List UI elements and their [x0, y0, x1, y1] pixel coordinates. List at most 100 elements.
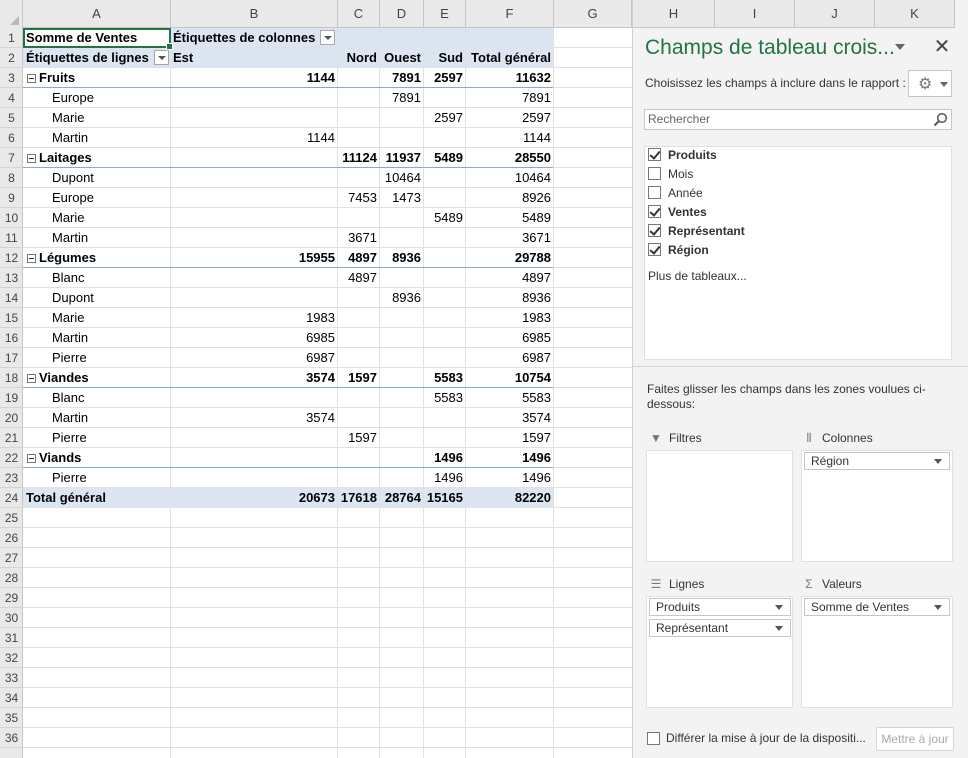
pivot-value-cell[interactable]: 5489: [424, 148, 466, 168]
pivot-value-cell[interactable]: 2597: [424, 68, 466, 88]
pivot-value-cell[interactable]: [171, 108, 338, 128]
pivot-value-cell[interactable]: 8926: [466, 188, 554, 208]
row-header[interactable]: 30: [0, 608, 23, 628]
pivot-value-cell[interactable]: [171, 148, 338, 168]
pivot-value-cell[interactable]: [424, 308, 466, 328]
pivot-value-cell[interactable]: 1496: [466, 448, 554, 468]
pivot-value-cell[interactable]: [338, 348, 380, 368]
update-button[interactable]: Mettre à jour: [876, 727, 954, 751]
row-header[interactable]: 24: [0, 488, 23, 508]
row-header[interactable]: 16: [0, 328, 23, 348]
pivot-value-cell[interactable]: 3574: [466, 408, 554, 428]
pivot-value-cell[interactable]: [424, 268, 466, 288]
field-item-ventes[interactable]: Ventes: [648, 205, 707, 224]
select-all-corner[interactable]: [0, 0, 23, 28]
pivot-item-row-label[interactable]: Marie: [23, 208, 171, 228]
field-checkbox[interactable]: [648, 186, 661, 199]
pivot-value-cell[interactable]: [338, 408, 380, 428]
pivot-value-cell[interactable]: 6985: [171, 328, 338, 348]
pivot-value-cell[interactable]: 1983: [171, 308, 338, 328]
row-header[interactable]: 1: [0, 28, 23, 48]
pivot-value-cell[interactable]: 5489: [424, 208, 466, 228]
pivot-value-cell[interactable]: [171, 208, 338, 228]
pivot-value-cell[interactable]: 1496: [424, 468, 466, 488]
pivot-value-cell[interactable]: 6987: [171, 348, 338, 368]
pivot-value-cell[interactable]: 1144: [171, 128, 338, 148]
pivot-value-cell[interactable]: 82220: [466, 488, 554, 508]
pivot-value-cell[interactable]: 5583: [424, 368, 466, 388]
pivot-group-row-label[interactable]: Fruits: [23, 68, 171, 88]
pivot-value-cell[interactable]: [338, 448, 380, 468]
pivot-value-cell[interactable]: [424, 128, 466, 148]
column-header-b[interactable]: B: [171, 0, 338, 28]
rows-field-produits[interactable]: Produits: [649, 598, 791, 616]
pivot-item-row-label[interactable]: Martin: [23, 128, 171, 148]
pivot-item-row-label[interactable]: Martin: [23, 328, 171, 348]
row-header[interactable]: 12: [0, 248, 23, 268]
pivot-value-cell[interactable]: [424, 188, 466, 208]
pivot-value-cell[interactable]: [380, 128, 424, 148]
row-header[interactable]: 19: [0, 388, 23, 408]
pivot-value-cell[interactable]: [171, 88, 338, 108]
pivot-value-cell[interactable]: [171, 228, 338, 248]
pivot-value-cell[interactable]: 15955: [171, 248, 338, 268]
pivot-value-cell[interactable]: [380, 448, 424, 468]
pivot-value-cell[interactable]: 10464: [466, 168, 554, 188]
field-checkbox[interactable]: [648, 167, 661, 180]
pivot-value-cell[interactable]: 8936: [380, 248, 424, 268]
pivot-value-cell[interactable]: [424, 88, 466, 108]
pivot-value-cell[interactable]: [338, 108, 380, 128]
pivot-item-row-label[interactable]: Martin: [23, 228, 171, 248]
row-header[interactable]: 8: [0, 168, 23, 188]
pivot-value-cell[interactable]: 5489: [466, 208, 554, 228]
row-header[interactable]: 34: [0, 688, 23, 708]
pivot-value-cell[interactable]: [338, 308, 380, 328]
column-header-k[interactable]: K: [875, 0, 955, 28]
column-header-h[interactable]: H: [633, 0, 715, 28]
pivot-item-row-label[interactable]: Pierre: [23, 428, 171, 448]
pivot-value-cell[interactable]: 7891: [380, 68, 424, 88]
row-header[interactable]: 36: [0, 728, 23, 748]
field-item-produits[interactable]: Produits: [648, 148, 717, 167]
pivot-value-cell[interactable]: 1473: [380, 188, 424, 208]
column-header-g[interactable]: G: [554, 0, 632, 28]
column-header-label[interactable]: Nord: [338, 48, 380, 68]
pivot-value-cell[interactable]: [380, 408, 424, 428]
pivot-value-cell[interactable]: [338, 128, 380, 148]
pivot-value-cell[interactable]: [424, 288, 466, 308]
pivot-value-cell[interactable]: 3671: [466, 228, 554, 248]
pivot-value-cell[interactable]: 10464: [380, 168, 424, 188]
row-header[interactable]: 31: [0, 628, 23, 648]
pivot-value-cell[interactable]: 1597: [338, 428, 380, 448]
column-header-d[interactable]: D: [380, 0, 424, 28]
row-header[interactable]: 5: [0, 108, 23, 128]
column-header-f[interactable]: F: [466, 0, 554, 28]
pivot-item-row-label[interactable]: Blanc: [23, 268, 171, 288]
pivot-value-cell[interactable]: [338, 88, 380, 108]
search-input[interactable]: Rechercher: [644, 109, 952, 130]
pivot-value-cell[interactable]: [380, 308, 424, 328]
pivot-value-cell[interactable]: [424, 408, 466, 428]
pivot-value-cell[interactable]: 1597: [466, 428, 554, 448]
filters-drop-zone[interactable]: [646, 450, 793, 562]
pivot-group-row-label[interactable]: Laitages: [23, 148, 171, 168]
pivot-value-cell[interactable]: 6987: [466, 348, 554, 368]
collapse-icon[interactable]: [27, 374, 36, 383]
pivot-value-cell[interactable]: 3574: [171, 368, 338, 388]
pivot-value-cell[interactable]: [338, 208, 380, 228]
row-header[interactable]: 9: [0, 188, 23, 208]
pivot-group-row-label[interactable]: Viands: [23, 448, 171, 468]
pivot-value-cell[interactable]: 7891: [380, 88, 424, 108]
pivot-value-cell[interactable]: 1496: [424, 448, 466, 468]
pivot-value-cell[interactable]: [380, 208, 424, 228]
pivot-value-cell[interactable]: 1983: [466, 308, 554, 328]
pivot-value-cell[interactable]: [171, 448, 338, 468]
close-icon[interactable]: ✕: [933, 36, 951, 58]
field-checkbox[interactable]: [648, 243, 661, 256]
pivot-value-cell[interactable]: [380, 368, 424, 388]
pivot-value-cell[interactable]: [171, 388, 338, 408]
pivot-item-row-label[interactable]: Marie: [23, 108, 171, 128]
values-field-somme[interactable]: Somme de Ventes: [804, 598, 950, 616]
pane-options-chevron-icon[interactable]: [895, 44, 905, 50]
defer-update-checkbox[interactable]: [647, 732, 660, 745]
